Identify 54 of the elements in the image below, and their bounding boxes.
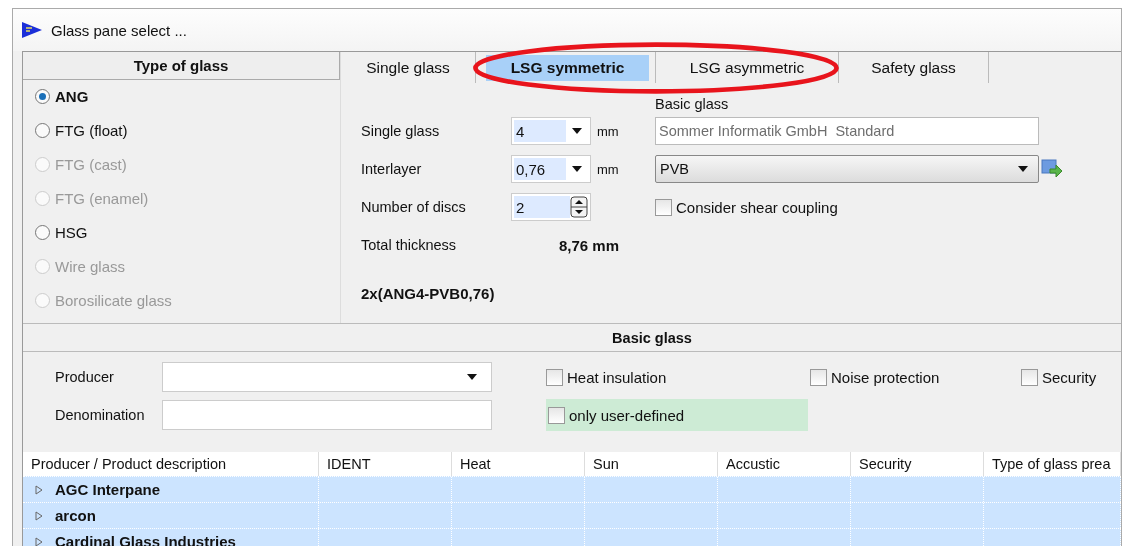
total-thickness-value: 8,76 mm xyxy=(558,236,619,254)
radio-button[interactable] xyxy=(35,89,50,104)
checkbox[interactable] xyxy=(548,406,565,424)
expand-triangle-icon[interactable] xyxy=(35,536,43,546)
producer-name: AGC Interpane xyxy=(55,481,160,498)
table-row[interactable]: arcon xyxy=(23,502,1121,528)
dropdown-caret-icon[interactable] xyxy=(570,127,584,135)
checkbox[interactable] xyxy=(1021,368,1038,386)
checkbox-label[interactable]: Security xyxy=(1021,368,1121,386)
radio-option[interactable]: HSG xyxy=(35,222,340,243)
field-label: Denomination xyxy=(55,407,145,423)
checkbox[interactable] xyxy=(810,368,827,386)
checkbox[interactable] xyxy=(655,198,672,216)
checkbox-label[interactable]: Heat insulation xyxy=(546,368,810,386)
field-label: Single glass xyxy=(361,123,440,139)
dropdown-caret-icon[interactable] xyxy=(570,165,584,173)
basic-glass-field[interactable]: Sommer Informatik GmbH Standard xyxy=(655,117,1039,145)
section-header: Basic glass xyxy=(23,324,1121,352)
checkbox-label[interactable]: Noise protection xyxy=(810,368,1021,386)
interlayer-dropdown[interactable]: 0,76 xyxy=(511,155,591,183)
table-row[interactable]: AGC Interpane xyxy=(23,476,1121,502)
spin-field[interactable]: 2 xyxy=(511,193,591,221)
tab[interactable]: LSG symmetric xyxy=(486,55,649,81)
unit-label: mm xyxy=(597,161,619,177)
tab[interactable]: LSG asymmetric xyxy=(656,52,838,83)
spinner-icon[interactable] xyxy=(570,196,588,218)
checkbox-label[interactable]: Consider shear coupling xyxy=(655,198,838,216)
window-title: Glass pane select ... xyxy=(51,21,187,39)
denomination-field[interactable] xyxy=(162,400,492,430)
field-label: Total thickness xyxy=(361,237,457,253)
field-label: Basic glass xyxy=(655,96,729,112)
radio-option[interactable]: ANG xyxy=(35,86,340,107)
thickness-dropdown[interactable]: 4 xyxy=(511,117,591,145)
user-defined-filter[interactable]: only user-defined xyxy=(546,399,808,431)
field-label: Number of discs xyxy=(361,199,466,215)
glass-formula: 2x(ANG4-PVB0,76) xyxy=(361,284,495,302)
radio-button[interactable] xyxy=(35,225,50,240)
checkbox[interactable] xyxy=(546,368,563,386)
dropdown-caret-icon[interactable] xyxy=(1016,165,1030,173)
unit-label: mm xyxy=(597,123,619,139)
tab[interactable]: Safety glass xyxy=(839,52,988,83)
expand-triangle-icon[interactable] xyxy=(35,484,43,495)
radio-button[interactable] xyxy=(35,123,50,138)
panel-header: Type of glass xyxy=(23,52,340,80)
arrow-right-icon[interactable] xyxy=(1041,159,1063,179)
dropdown-caret-icon[interactable] xyxy=(465,373,479,381)
producer-name: arcon xyxy=(55,507,96,524)
expand-triangle-icon[interactable] xyxy=(35,510,43,521)
interlayer-material-dropdown[interactable]: PVB xyxy=(655,155,1039,183)
radio-option[interactable]: FTG (float) xyxy=(35,120,340,141)
field-label: Interlayer xyxy=(361,161,422,177)
tab[interactable]: Single glass xyxy=(341,52,475,83)
app-logo-icon xyxy=(21,21,43,39)
field-label: Producer xyxy=(55,369,114,385)
